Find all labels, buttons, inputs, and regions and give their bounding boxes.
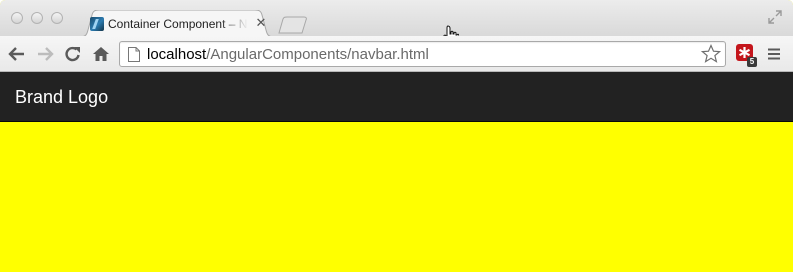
fullscreen-icon[interactable] [768, 10, 782, 24]
angular-favicon-icon [90, 17, 104, 31]
url-host: localhost [147, 46, 207, 63]
new-tab-icon [278, 16, 307, 34]
container-component-area [0, 122, 793, 272]
tab-title: Container Component – Navbar [108, 17, 248, 31]
reload-icon [65, 46, 80, 62]
minimize-window-button[interactable] [31, 12, 43, 24]
lastpass-extension-icon[interactable]: 5 [735, 43, 759, 67]
forward-arrow-icon [38, 47, 54, 61]
extension-badge: 5 [747, 57, 757, 67]
menu-icon[interactable] [767, 47, 781, 61]
brand-logo-link[interactable]: Brand Logo [15, 87, 108, 107]
browser-window: Container Component – Navbar ✕ [0, 0, 793, 272]
bookmark-star-icon[interactable] [701, 44, 721, 64]
reload-button[interactable] [63, 44, 83, 64]
tab-close-icon[interactable]: ✕ [254, 15, 268, 31]
tab-strip: Container Component – Navbar ✕ [0, 0, 793, 45]
tab-active[interactable]: Container Component – Navbar ✕ [80, 10, 274, 37]
forward-button[interactable] [35, 44, 55, 64]
new-tab-button[interactable] [276, 16, 308, 34]
url-text[interactable]: localhost/AngularComponents/navbar.html [147, 45, 429, 65]
home-icon [93, 47, 109, 61]
url-path: /AngularComponents/navbar.html [206, 46, 429, 63]
browser-toolbar: localhost/AngularComponents/navbar.html … [0, 36, 793, 72]
back-arrow-icon [8, 47, 24, 61]
page-icon [128, 47, 140, 62]
page-navbar: Brand Logo [0, 72, 793, 122]
address-bar[interactable]: localhost/AngularComponents/navbar.html [119, 41, 726, 67]
back-button[interactable] [7, 44, 27, 64]
home-button[interactable] [91, 44, 111, 64]
close-window-button[interactable] [11, 12, 23, 24]
zoom-window-button[interactable] [51, 12, 63, 24]
